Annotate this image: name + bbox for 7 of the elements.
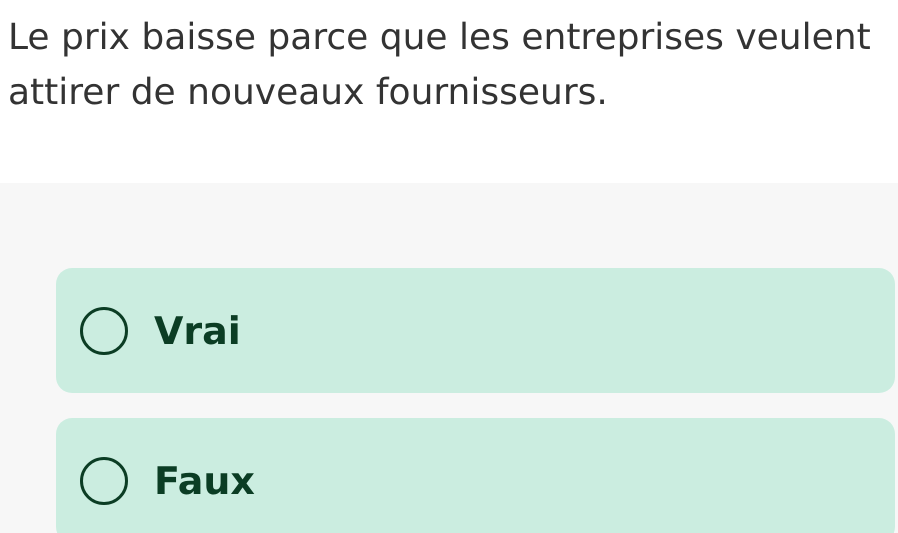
radio-icon — [80, 306, 128, 354]
answer-option[interactable]: Vrai — [56, 268, 895, 393]
option-label: Vrai — [154, 308, 241, 352]
answer-option[interactable]: Faux — [56, 418, 895, 533]
radio-icon — [80, 456, 128, 504]
option-label: Faux — [154, 458, 255, 502]
question-text: Le prix baisse parce que les entreprises veulent attirer de nouveaux fournisseurs. — [7, 16, 872, 115]
